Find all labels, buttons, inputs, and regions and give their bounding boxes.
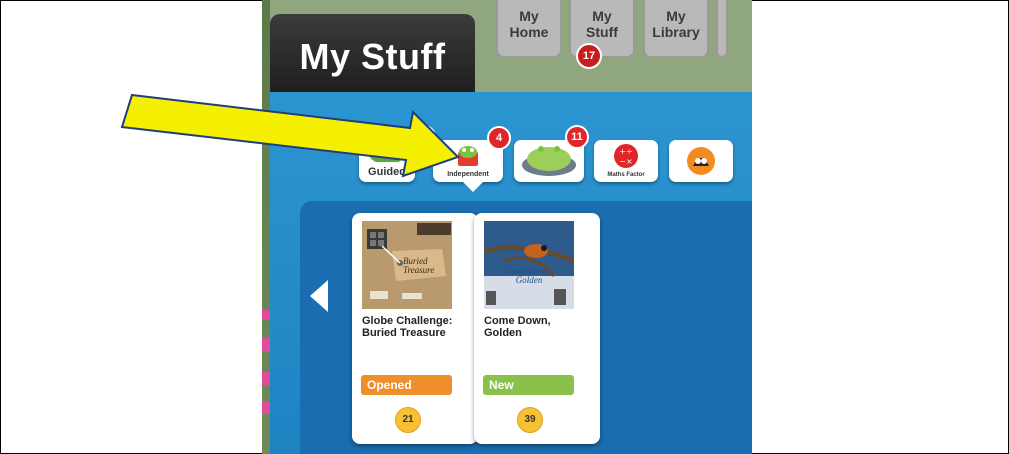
annotation-arrow-icon [120,93,460,178]
